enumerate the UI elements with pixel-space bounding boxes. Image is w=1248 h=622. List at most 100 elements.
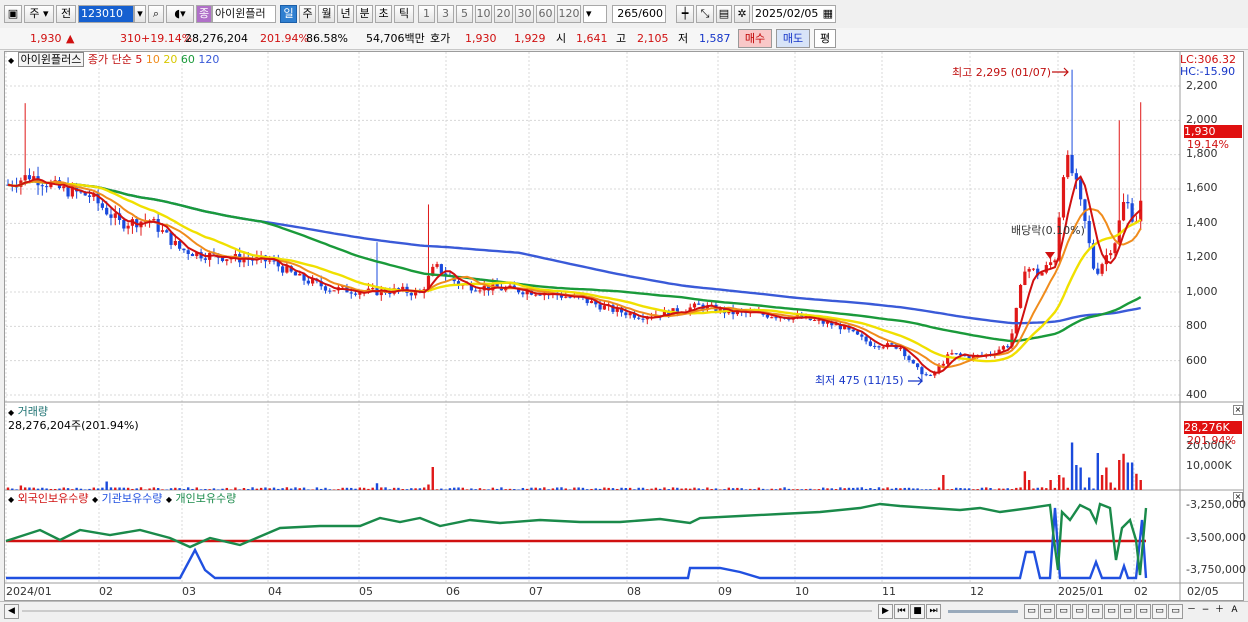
candle-body [87, 195, 92, 197]
volume-bar [689, 488, 692, 490]
volume-bar [697, 488, 700, 490]
candle-body [1109, 253, 1113, 256]
layout-icon-10[interactable]: ▭ [1168, 604, 1183, 619]
volume-bar [66, 488, 70, 490]
x-axis-label: 10 [795, 585, 809, 598]
layout-icon-3[interactable]: ▭ [1056, 604, 1071, 619]
volume-bar [1070, 442, 1074, 490]
volume-bar [418, 488, 422, 490]
volume-bar [1126, 462, 1130, 490]
legend-individual: 개인보유수량 [175, 492, 237, 505]
layout-icon-1[interactable]: ▭ [1024, 604, 1039, 619]
first-page-icon[interactable]: ⏮ [894, 604, 909, 619]
price-panel-header: ◆ 아이윈플러스 종가 단순 5 10 20 60 120 [8, 52, 219, 67]
chart-canvas[interactable] [0, 0, 1244, 600]
candle-body [182, 248, 186, 251]
zoom-in-icon[interactable]: ＋ [1212, 604, 1227, 619]
candle-body [898, 348, 903, 350]
candle-body [765, 314, 770, 318]
volume-bar [500, 487, 503, 490]
volume-bar [461, 487, 464, 490]
ma-label-5: 5 [135, 53, 143, 66]
volume-bar [277, 488, 280, 490]
volume-current-marker: 28,276K [1184, 421, 1242, 434]
volume-bar [568, 489, 572, 490]
volume-y-label: 10,000K [1186, 459, 1232, 472]
scrollbar-track[interactable] [22, 610, 872, 612]
volume-current-pct: 201.94% [1187, 434, 1236, 447]
minus-icon[interactable]: − [1198, 604, 1213, 619]
volume-bar [680, 488, 683, 490]
volume-bar [719, 489, 722, 490]
current-pct-marker: 19.14% [1187, 138, 1229, 151]
scroll-left-icon[interactable]: ◀ [4, 604, 19, 619]
volume-bar [937, 487, 941, 490]
volume-bar [736, 487, 739, 490]
holdings-y-label: -3,500,000 [1186, 531, 1246, 544]
volume-bar [453, 487, 456, 490]
volume-bar [272, 487, 276, 490]
price-panel-stock-name[interactable]: 아이윈플러스 [17, 52, 85, 67]
price-y-label: 400 [1186, 388, 1207, 401]
candle-body [881, 347, 885, 349]
volume-bar [800, 489, 803, 490]
volume-bar [955, 487, 958, 490]
volume-bar [41, 487, 44, 490]
price-y-label: 1,600 [1186, 181, 1218, 194]
candle-body [589, 301, 594, 304]
volume-bar [478, 488, 482, 490]
current-price-marker: 1,930 [1184, 125, 1242, 138]
volume-bar [603, 487, 606, 490]
volume-bar [1006, 488, 1009, 490]
volume-bar [1023, 471, 1027, 490]
volume-bar [1049, 480, 1052, 490]
volume-bar [813, 489, 816, 490]
volume-bar [285, 487, 289, 490]
volume-bar [187, 487, 190, 490]
volume-bar [92, 487, 96, 490]
volume-bar [1083, 487, 1087, 490]
volume-bar [358, 487, 362, 490]
font-size-icon[interactable]: A [1227, 604, 1242, 619]
layout-icon-5[interactable]: ▭ [1088, 604, 1103, 619]
volume-bar [701, 489, 705, 490]
candle-body [1096, 268, 1100, 274]
zoom-out-icon[interactable]: － [1184, 604, 1199, 619]
layout-icon-6[interactable]: ▭ [1104, 604, 1119, 619]
high-arrow-icon [1052, 67, 1069, 77]
volume-bar [1040, 487, 1044, 490]
volume-bar [495, 488, 499, 490]
volume-bar [946, 489, 949, 490]
volume-bar [332, 489, 336, 490]
x-axis-label: 09 [718, 585, 732, 598]
layout-icon-8[interactable]: ▭ [1136, 604, 1151, 619]
candle-body [1049, 262, 1053, 266]
candle-body [105, 207, 109, 215]
scroll-right-icon[interactable]: ▶ [878, 604, 893, 619]
volume-bar [367, 488, 370, 490]
volume-bar [470, 488, 473, 490]
ma-label-10: 10 [145, 53, 160, 66]
candle-body [409, 292, 413, 296]
layout-icon-7[interactable]: ▭ [1120, 604, 1135, 619]
volume-bar [543, 487, 546, 490]
last-page-icon[interactable]: ⏭ [926, 604, 941, 619]
volume-bar [899, 488, 902, 490]
volume-bar [251, 487, 254, 490]
candle-body [272, 260, 276, 262]
volume-bar [474, 489, 477, 490]
layout-icon-9[interactable]: ▭ [1152, 604, 1167, 619]
volume-panel-title: 거래량 [17, 405, 49, 418]
zoom-slider[interactable] [948, 610, 1018, 613]
stop-icon[interactable]: ■ [910, 604, 925, 619]
layout-icon-2[interactable]: ▭ [1040, 604, 1055, 619]
candle-body [868, 341, 873, 346]
layout-icon-4[interactable]: ▭ [1072, 604, 1087, 619]
volume-bar [444, 489, 447, 490]
volume-bar [234, 487, 237, 490]
panel-close-icon[interactable]: × [1233, 405, 1243, 415]
volume-bar [972, 489, 975, 490]
candle-body [298, 273, 302, 276]
volume-bar [658, 488, 662, 490]
volume-bar [744, 489, 748, 490]
